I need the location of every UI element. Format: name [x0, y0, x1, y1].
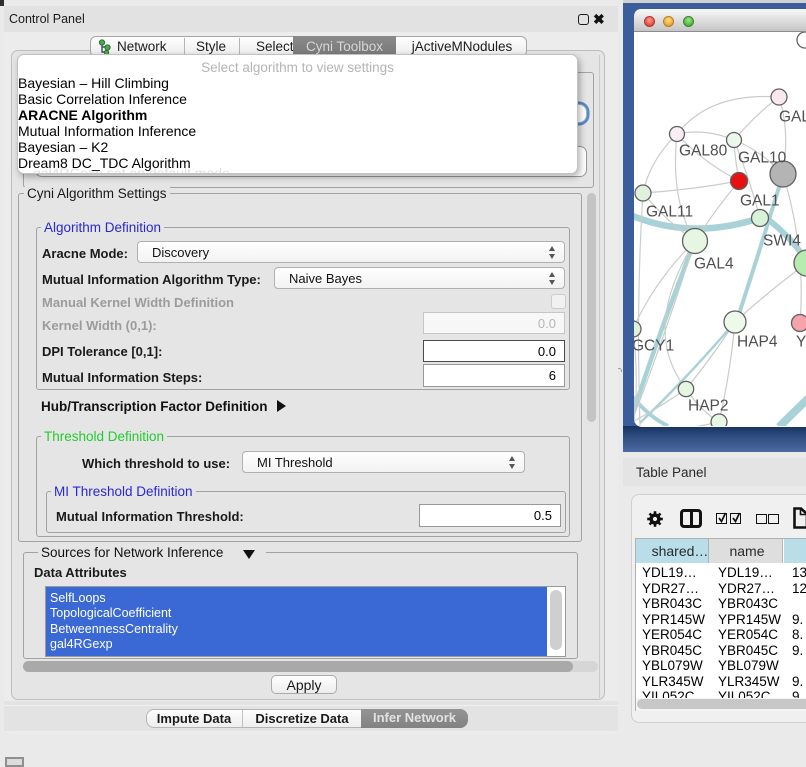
svg-text:GCY1: GCY1	[634, 338, 674, 355]
svg-text:GAL1: GAL1	[740, 193, 780, 210]
svg-text:HAP4: HAP4	[737, 334, 778, 351]
svg-text:YM: YM	[796, 334, 806, 351]
svg-text:GAL80: GAL80	[679, 143, 728, 160]
svg-text:GAL7: GAL7	[779, 109, 806, 126]
svg-text:HAP2: HAP2	[688, 398, 729, 415]
svg-text:GAL10: GAL10	[738, 150, 787, 167]
svg-text:SWI4: SWI4	[763, 233, 801, 250]
svg-text:GAL4: GAL4	[694, 256, 734, 273]
svg-text:GAL11: GAL11	[646, 204, 693, 221]
